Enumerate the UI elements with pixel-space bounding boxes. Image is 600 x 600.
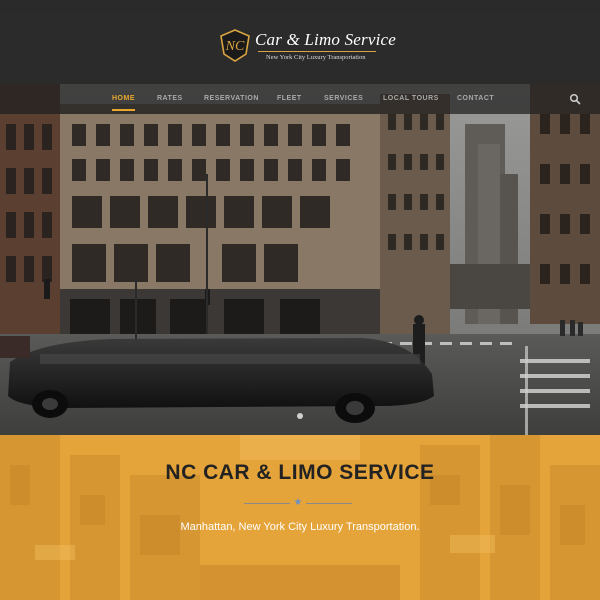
nav-item-rates-label: RATES xyxy=(157,95,183,102)
nav-item-reservation-label: RESERVATION xyxy=(204,95,259,102)
intro-title: NC CAR & LIMO SERVICE xyxy=(165,461,435,484)
nav-item-contact-label: CONTACT xyxy=(457,95,495,102)
hero-image xyxy=(0,84,600,435)
intro-band xyxy=(0,435,600,600)
nav-item-rates[interactable]: RATES xyxy=(157,84,183,114)
logo-underline xyxy=(258,51,376,52)
logo-emblem-icon: NC xyxy=(220,29,250,62)
nav-item-services-label: SERVICES xyxy=(324,95,364,102)
slider-dot[interactable] xyxy=(297,413,303,419)
intro-subtitle: Manhattan, New York City Luxury Transpor… xyxy=(180,521,420,533)
nav-item-local-tours-label: LOCAL TOURS xyxy=(383,95,439,102)
logo-monogram: NC xyxy=(225,39,245,54)
hero-slider[interactable] xyxy=(0,84,600,435)
nav-item-home[interactable]: HOME xyxy=(112,84,135,114)
top-strip xyxy=(0,0,600,11)
intro-overlay xyxy=(0,435,600,600)
site-header: NC Car & Limo Service New York City Luxu… xyxy=(0,11,600,84)
nav-item-fleet[interactable]: FLEET xyxy=(277,84,302,114)
divider-line-left xyxy=(244,503,290,504)
nav-item-services[interactable]: SERVICES xyxy=(324,84,363,114)
search-icon[interactable] xyxy=(569,93,581,105)
nav-item-reservation[interactable]: RESERVATION xyxy=(204,84,259,114)
logo-tagline: New York City Luxury Transportation xyxy=(266,54,366,61)
divider-line-right xyxy=(306,503,352,504)
nav-item-home-label: HOME xyxy=(112,95,135,102)
nav-item-contact[interactable]: CONTACT xyxy=(457,84,494,114)
main-nav: HOME RATES RESERVATION FLEET SERVICES LO… xyxy=(0,84,600,114)
nav-item-fleet-label: FLEET xyxy=(277,95,302,102)
star-icon: ★ xyxy=(293,497,303,508)
site-logo[interactable]: NC Car & Limo Service New York City Luxu… xyxy=(218,28,396,68)
nav-active-indicator xyxy=(112,109,135,111)
logo-title: Car & Limo Service xyxy=(255,30,397,49)
nav-item-local-tours[interactable]: LOCAL TOURS xyxy=(383,84,439,114)
